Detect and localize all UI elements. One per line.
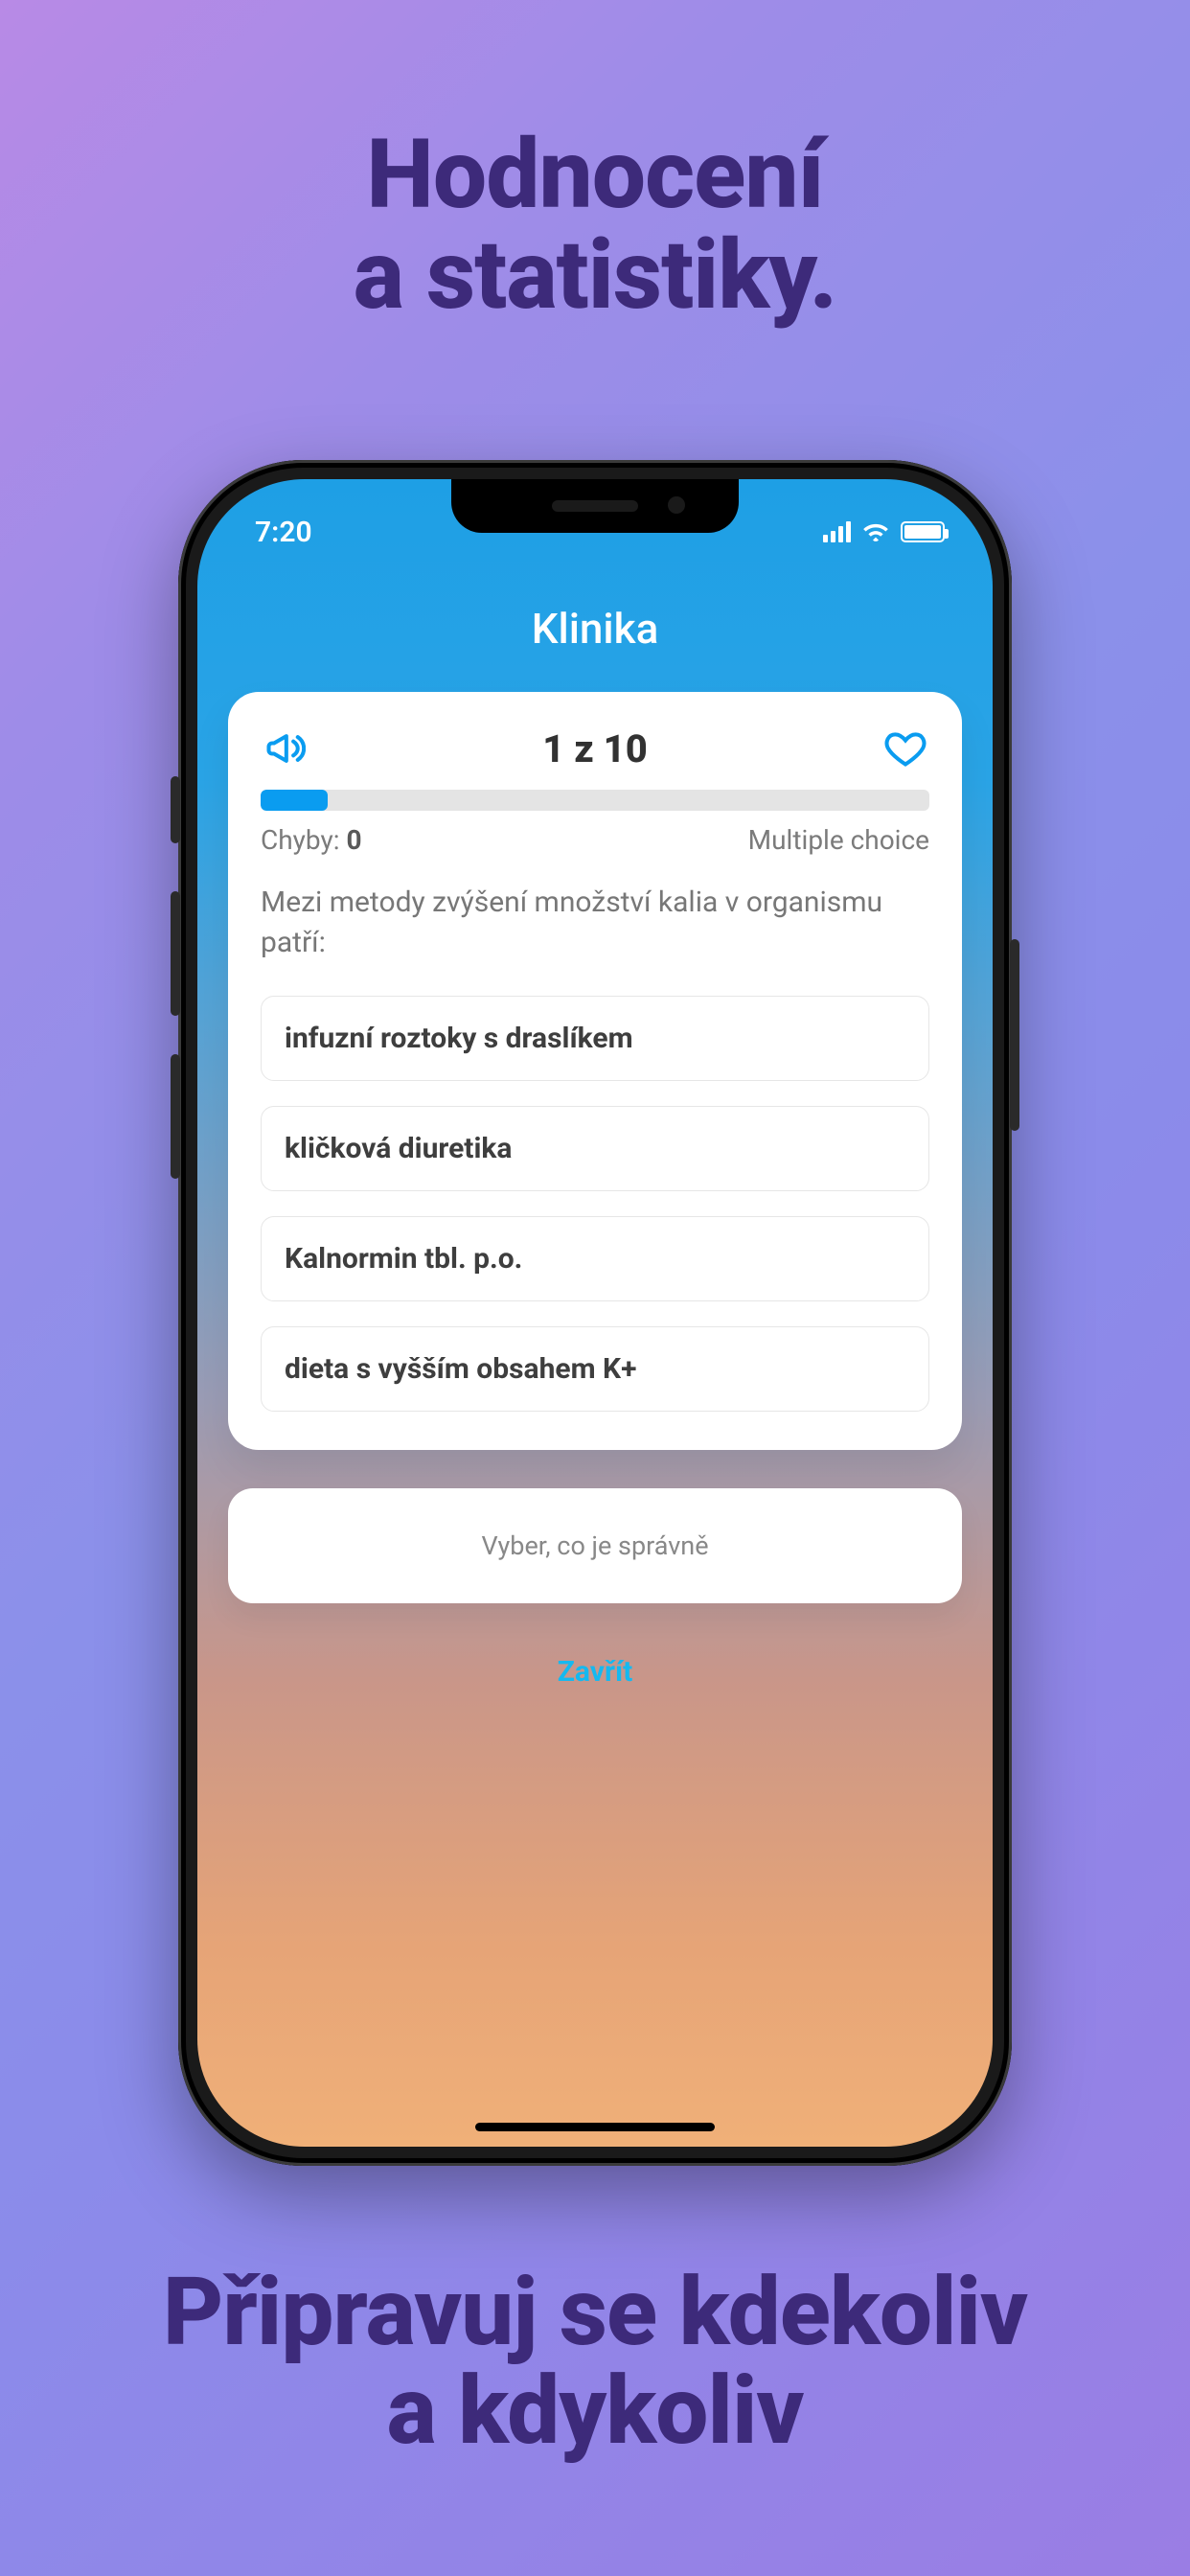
heading-line: a kdykoliv [0, 2362, 1190, 2461]
question-text: Mezi metody zvýšení množství kalia v org… [261, 883, 929, 963]
errors-label-text: Chyby: [261, 824, 340, 856]
phone-side-button [171, 891, 180, 1016]
status-time: 7:20 [255, 516, 312, 549]
marketing-heading-top: Hodnocení a statistiky. [0, 125, 1190, 326]
sub-info-row: Chyby: 0 Multiple choice [261, 824, 929, 856]
page-title: Klinika [197, 604, 993, 654]
phone-side-button [171, 776, 180, 843]
status-indicators [823, 521, 945, 542]
answer-option[interactable]: Kalnormin tbl. p.o. [261, 1216, 929, 1301]
heading-line: Připravuj se kdekoliv [0, 2264, 1190, 2362]
mode-label: Multiple choice [748, 824, 929, 856]
progress-fill [261, 790, 328, 811]
prompt-text: Vyber, co je správně [481, 1530, 708, 1561]
favorite-button[interactable] [881, 724, 929, 772]
screen-content: Klinika 1 z 10 [197, 479, 993, 2147]
wifi-icon [862, 521, 889, 542]
question-card: 1 z 10 Chyby: 0 Multiple choice [228, 692, 962, 1450]
phone-side-button [171, 1054, 180, 1179]
answer-option[interactable]: infuzní roztoky s draslíkem [261, 996, 929, 1081]
battery-icon [901, 521, 945, 542]
card-header: 1 z 10 [261, 724, 929, 772]
phone-screen: 7:20 Klinika [197, 479, 993, 2147]
answer-option[interactable]: kličková diuretika [261, 1106, 929, 1191]
report-button[interactable] [261, 724, 309, 772]
heart-icon [884, 727, 927, 770]
home-indicator [475, 2123, 715, 2131]
errors-label: Chyby: 0 [261, 824, 362, 856]
heading-line: a statistiky. [0, 225, 1190, 326]
cellular-icon [823, 521, 851, 542]
phone-side-button [1010, 939, 1019, 1131]
phone-notch [451, 479, 739, 533]
progress-bar [261, 790, 929, 811]
marketing-heading-bottom: Připravuj se kdekoliv a kdykoliv [0, 2264, 1190, 2461]
answer-option[interactable]: dieta s vyšším obsahem K+ [261, 1326, 929, 1412]
close-button[interactable]: Zavřít [197, 1655, 993, 1689]
prompt-card: Vyber, co je správně [228, 1488, 962, 1603]
errors-count: 0 [346, 824, 361, 856]
phone-frame: 7:20 Klinika [178, 460, 1012, 2166]
question-counter: 1 z 10 [542, 726, 648, 771]
heading-line: Hodnocení [0, 125, 1190, 225]
megaphone-icon [263, 727, 306, 770]
